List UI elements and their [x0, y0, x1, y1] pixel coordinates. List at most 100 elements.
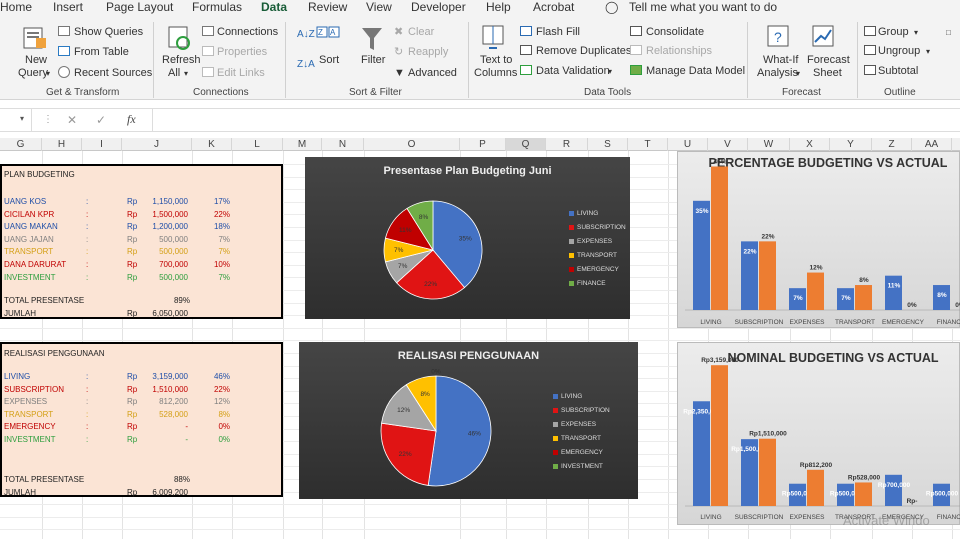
column-header[interactable]: G	[0, 138, 42, 151]
bar[interactable]	[693, 200, 710, 310]
clear-button[interactable]: Clear	[408, 26, 434, 39]
column-header[interactable]: R	[546, 138, 588, 151]
filter-button[interactable]: Filter	[361, 54, 385, 67]
column-header[interactable]: K	[192, 138, 232, 151]
consolidate-button[interactable]: Consolidate	[646, 26, 704, 39]
edit-links-button[interactable]: Edit Links	[217, 67, 265, 80]
realisasi-table: REALISASI PENGGUNAAN LIVING: Rp 3,159,000 4…	[0, 342, 283, 497]
connections-button[interactable]: Connections	[217, 26, 278, 39]
column-header[interactable]: V	[708, 138, 748, 151]
enter-icon[interactable]: ✓	[96, 113, 106, 127]
new-query-button-line2[interactable]: Query	[18, 67, 48, 80]
flash-fill-button[interactable]: Flash Fill	[536, 26, 580, 39]
ungroup-button[interactable]: Ungroup	[878, 45, 920, 58]
pie-slice[interactable]	[427, 375, 492, 487]
tab-review[interactable]: Review	[308, 0, 347, 14]
recent-sources-icon	[58, 66, 70, 78]
tab-view[interactable]: View	[366, 0, 392, 14]
legend-label: LIVING	[577, 210, 599, 217]
column-header[interactable]: J	[122, 138, 192, 151]
remove-duplicates-button[interactable]: Remove Duplicates	[536, 45, 631, 58]
realisasi-pie-chart[interactable]: REALISASI PENGGUNAAN 46% 22% 12% 8% 0% 0% LIV…	[299, 342, 638, 499]
column-header[interactable]: Q	[506, 138, 546, 151]
column-header[interactable]: H	[42, 138, 82, 151]
cancel-icon[interactable]: ✕	[67, 113, 77, 127]
tab-help[interactable]: Help	[486, 0, 511, 14]
chevron-down-icon: ▾	[608, 67, 613, 76]
function-icon[interactable]: fx	[127, 112, 136, 127]
expand-icon[interactable]: □	[946, 26, 951, 39]
column-header[interactable]: L	[232, 138, 283, 151]
bar[interactable]	[807, 469, 824, 506]
percentage-bar-chart[interactable]: PERCENTAGE BUDGETING VS ACTUAL 35% 46% LIV…	[677, 151, 960, 328]
manage-data-model-button[interactable]: Manage Data Model	[646, 65, 745, 78]
column-header[interactable]: O	[364, 138, 460, 151]
column-header[interactable]: W	[748, 138, 790, 151]
bar[interactable]	[855, 285, 872, 310]
legend-entry: LIVING	[553, 393, 582, 400]
bar[interactable]	[711, 365, 728, 506]
refresh-all-button-line2[interactable]: All	[168, 67, 180, 80]
table-cell-amt: 1,510,000	[152, 384, 188, 394]
tab-formulas[interactable]: Formulas	[192, 0, 242, 14]
text-to-columns-button[interactable]: Text to	[480, 54, 512, 67]
column-header[interactable]: AA	[912, 138, 952, 151]
tab-developer[interactable]: Developer	[411, 0, 466, 14]
forecast-sheet-button-line2[interactable]: Sheet	[813, 67, 842, 80]
from-table-button[interactable]: From Table	[74, 46, 129, 59]
properties-button[interactable]: Properties	[217, 46, 267, 59]
refresh-all-button[interactable]: Refresh	[162, 54, 201, 67]
sort-za-icon[interactable]: Z↓A	[297, 58, 315, 71]
tab-home[interactable]: Home	[0, 0, 32, 14]
legend-label: LIVING	[561, 393, 583, 400]
column-header[interactable]: Y	[830, 138, 872, 151]
formula-input[interactable]	[152, 109, 960, 131]
data-validation-button[interactable]: Data Validation	[536, 65, 610, 78]
column-header[interactable]: N	[322, 138, 364, 151]
bar[interactable]	[885, 275, 902, 310]
bar-data-label: 12%	[809, 265, 822, 272]
gridline	[283, 151, 284, 539]
ribbon-separator	[747, 22, 748, 98]
plan-jumlah-value: 6,050,000	[152, 309, 188, 318]
column-header[interactable]: M	[283, 138, 322, 151]
subtotal-button[interactable]: Subtotal	[878, 65, 918, 78]
bar[interactable]	[885, 474, 902, 506]
plan-title: PLAN BUDGETING	[4, 170, 75, 179]
bar[interactable]	[711, 166, 728, 310]
sort-button[interactable]: Sort	[319, 54, 339, 67]
recent-sources-button[interactable]: Recent Sources	[74, 67, 152, 80]
name-box[interactable]: ▾	[0, 109, 32, 131]
advanced-button[interactable]: Advanced	[408, 67, 457, 80]
tab-acrobat[interactable]: Acrobat	[533, 0, 574, 14]
column-header[interactable]: T	[628, 138, 668, 151]
plan-pie-chart[interactable]: Presentase Plan Budgeting Juni 35% 22% 7% 7…	[305, 157, 630, 319]
tab-insert[interactable]: Insert	[53, 0, 83, 14]
column-header[interactable]: X	[790, 138, 830, 151]
what-if-analysis-button-line2[interactable]: Analysis	[757, 67, 798, 80]
nominal-bar-chart[interactable]: NOMINAL BUDGETING VS ACTUAL Rp2,350,000 R…	[677, 342, 960, 525]
column-header[interactable]: Z	[872, 138, 912, 151]
sort-az-icon[interactable]: A↓Z	[297, 28, 315, 41]
legend-swatch	[569, 266, 574, 272]
what-if-analysis-button[interactable]: What-If	[763, 54, 798, 67]
tab-page-layout[interactable]: Page Layout	[106, 0, 173, 14]
table-cell-amt: 1,200,000	[152, 222, 188, 232]
forecast-sheet-button[interactable]: Forecast	[807, 54, 850, 67]
column-header[interactable]: I	[82, 138, 122, 151]
bar[interactable]	[807, 272, 824, 310]
column-header[interactable]: P	[460, 138, 506, 151]
text-to-columns-button-line2[interactable]: Columns	[474, 67, 517, 80]
reapply-button[interactable]: Reapply	[408, 46, 448, 59]
group-button[interactable]: Group	[878, 26, 909, 39]
column-header[interactable]: U	[668, 138, 708, 151]
show-queries-button[interactable]: Show Queries	[74, 26, 143, 39]
relationships-button[interactable]: Relationships	[646, 45, 712, 58]
tell-me-box[interactable]: Tell me what you want to do	[629, 0, 777, 14]
bar[interactable]	[759, 241, 776, 310]
bar[interactable]	[759, 438, 776, 506]
column-header[interactable]: S	[588, 138, 628, 151]
bar[interactable]	[693, 401, 710, 506]
new-query-button[interactable]: New	[25, 54, 47, 67]
bar[interactable]	[855, 482, 872, 506]
